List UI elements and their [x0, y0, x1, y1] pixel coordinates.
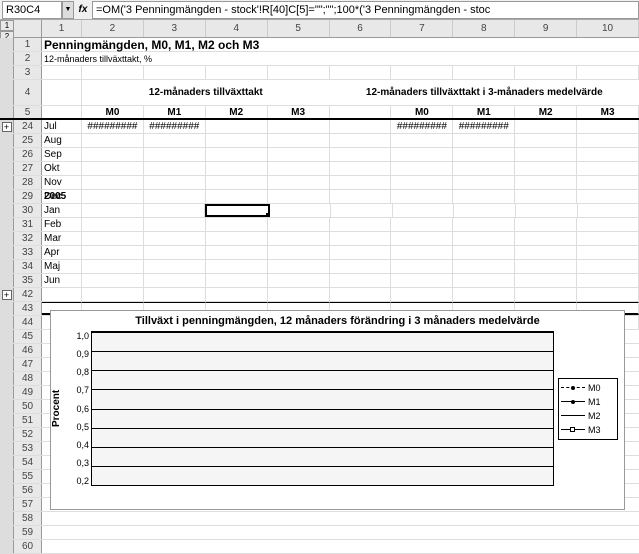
col-header-2[interactable]: 2 — [82, 20, 144, 37]
formula-input[interactable]: =OM('3 Penningmängden - stock'!R[40]C[5]… — [92, 1, 639, 19]
row-header-1[interactable]: 1 — [14, 38, 42, 51]
col-m1[interactable]: M1 — [144, 106, 206, 118]
column-header-row: 1 2 1 2 3 4 5 6 7 8 9 10 — [0, 20, 639, 38]
cell-overflow[interactable]: ######### — [82, 120, 144, 133]
col-header-3[interactable]: 3 — [144, 20, 206, 37]
row-header-24[interactable]: 24 — [14, 120, 42, 133]
row-header-30[interactable]: 30 — [14, 204, 42, 217]
row-24: + 24 Jul ######### ######### ######### #… — [0, 120, 639, 134]
col-header-9[interactable]: 9 — [515, 20, 577, 37]
col-m3b[interactable]: M3 — [577, 106, 639, 118]
row-header-2[interactable]: 2 — [14, 52, 42, 65]
select-all-corner[interactable] — [14, 20, 42, 37]
col-m2[interactable]: M2 — [206, 106, 268, 118]
header-group-1[interactable]: 12-månaders tillväxttakt — [82, 80, 330, 105]
col-m1b[interactable]: M1 — [453, 106, 515, 118]
embedded-chart[interactable]: Tillväxt i penningmängden, 12 månaders f… — [50, 310, 625, 510]
cell-subtitle[interactable]: 12-månaders tillväxttakt, % — [42, 52, 639, 65]
cell-month[interactable]: Jul — [42, 120, 82, 133]
selected-cell[interactable] — [205, 204, 270, 217]
chart-yaxis: 1,0 0,9 0,8 0,7 0,6 0,5 0,4 0,3 0,2 — [67, 331, 91, 486]
col-header-10[interactable]: 10 — [577, 20, 639, 37]
col-m3[interactable]: M3 — [268, 106, 330, 118]
chart-ylabel: Procent — [51, 331, 67, 486]
row-header-4[interactable]: 4 — [14, 80, 42, 105]
col-m0b[interactable]: M0 — [391, 106, 453, 118]
col-header-7[interactable]: 7 — [391, 20, 453, 37]
col-header-4[interactable]: 4 — [206, 20, 268, 37]
outline-level-1[interactable]: 1 — [0, 20, 14, 31]
outline-level-header: 1 2 — [0, 20, 14, 37]
col-header-6[interactable]: 6 — [330, 20, 392, 37]
cell-title[interactable]: Penningmängden, M0, M1, M2 och M3 — [42, 38, 639, 51]
name-box-dropdown[interactable]: ▼ — [62, 1, 74, 19]
year-label: 2005 — [44, 191, 66, 202]
row-header-3[interactable]: 3 — [14, 66, 42, 79]
fx-icon[interactable]: fx — [74, 4, 92, 15]
chart-legend: M0 M1 M2 M3 — [558, 378, 618, 440]
row-1: 1 Penningmängden, M0, M1, M2 och M3 — [0, 38, 639, 52]
name-box[interactable]: R30C4 — [2, 1, 62, 19]
row-2: 2 12-månaders tillväxttakt, % — [0, 52, 639, 66]
outline-expand-button[interactable]: + — [2, 290, 12, 300]
cell-month[interactable]: Jan — [42, 204, 82, 217]
chart-title: Tillväxt i penningmängden, 12 månaders f… — [51, 311, 624, 331]
row-4: 4 12-månaders tillväxttakt 12-månaders t… — [0, 80, 639, 106]
cell-overflow[interactable]: ######### — [453, 120, 515, 133]
row-5: 5 M0 M1 M2 M3 M0 M1 M2 M3 — [0, 106, 639, 120]
formula-bar-row: R30C4 ▼ fx =OM('3 Penningmängden - stock… — [0, 0, 639, 20]
header-group-2[interactable]: 12-månaders tillväxttakt i 3-månaders me… — [330, 80, 639, 105]
row-3: 3 — [0, 66, 639, 80]
col-m2b[interactable]: M2 — [515, 106, 577, 118]
col-m0[interactable]: M0 — [82, 106, 144, 118]
chart-plot-area — [91, 331, 554, 486]
row-header-5[interactable]: 5 — [14, 106, 42, 118]
col-header-8[interactable]: 8 — [453, 20, 515, 37]
col-header-1[interactable]: 1 — [42, 20, 82, 37]
outline-gutter — [0, 38, 14, 51]
outline-expand-button[interactable]: + — [2, 122, 12, 132]
row-30: 30 Jan 2005 — [0, 204, 639, 218]
col-header-5[interactable]: 5 — [268, 20, 330, 37]
cell-overflow[interactable]: ######### — [391, 120, 453, 133]
cell-overflow[interactable]: ######### — [144, 120, 206, 133]
